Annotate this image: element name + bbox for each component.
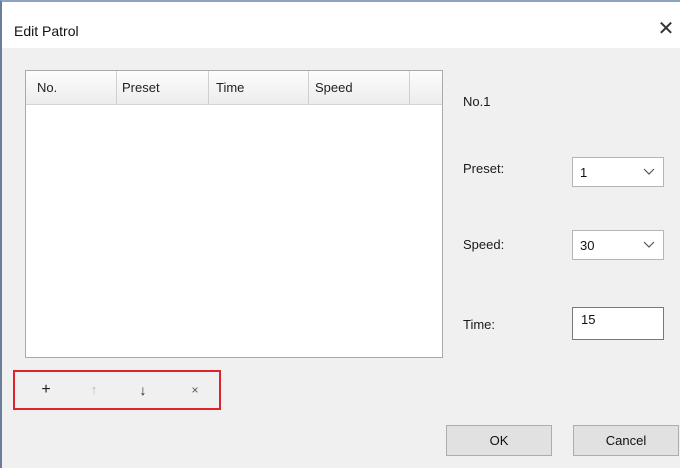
column-header-filler: [410, 71, 440, 105]
list-toolbar: + ↑ ↓ ×: [13, 370, 221, 410]
title-bar: Edit Patrol ✕: [2, 2, 680, 48]
speed-select[interactable]: 30: [572, 230, 664, 260]
edit-patrol-dialog: Edit Patrol ✕ No. Preset Time Speed + ↑ …: [0, 0, 680, 468]
time-label: Time:: [463, 317, 496, 332]
column-header-no[interactable]: No.: [26, 71, 117, 105]
ok-button[interactable]: OK: [446, 425, 552, 456]
move-up-icon[interactable]: ↑: [84, 380, 104, 400]
speed-select-value: 30: [580, 238, 595, 253]
preset-select[interactable]: 1: [572, 157, 664, 187]
dialog-title: Edit Patrol: [14, 23, 79, 39]
preset-select-value: 1: [580, 165, 588, 180]
close-icon[interactable]: ✕: [656, 18, 676, 40]
chevron-down-icon: [643, 241, 655, 248]
cancel-button[interactable]: Cancel: [573, 425, 679, 456]
speed-label: Speed:: [463, 237, 505, 252]
preset-label: Preset:: [463, 161, 505, 176]
time-input[interactable]: [572, 307, 664, 340]
patrol-list[interactable]: No. Preset Time Speed: [25, 70, 443, 358]
delete-icon[interactable]: ×: [185, 380, 205, 400]
chevron-down-icon: [643, 168, 655, 175]
column-header-speed[interactable]: Speed: [309, 71, 410, 105]
list-header: No. Preset Time Speed: [26, 71, 442, 105]
move-down-icon[interactable]: ↓: [133, 380, 153, 400]
add-icon[interactable]: +: [36, 380, 56, 400]
column-header-time[interactable]: Time: [209, 71, 309, 105]
point-number-label: No.1: [463, 94, 491, 109]
column-header-preset[interactable]: Preset: [117, 71, 209, 105]
